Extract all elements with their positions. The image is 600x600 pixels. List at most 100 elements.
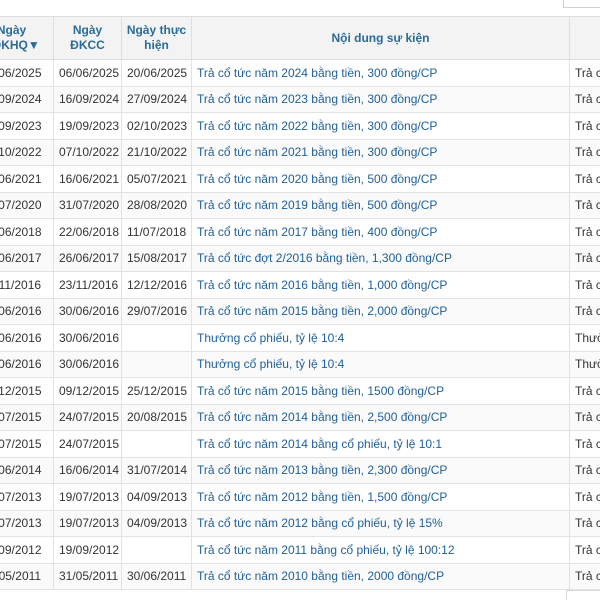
execution-date-cell: 21/10/2022 — [121, 138, 192, 166]
event-type-cell: Trả cổ tức — [569, 165, 600, 193]
event-type-cell: Trả cổ tức — [569, 430, 600, 458]
event-link[interactable]: Trả cổ tức năm 2010 bằng tiền, 2000 đồng… — [197, 569, 444, 583]
event-type-cell: Trả cổ tức — [569, 377, 600, 405]
event-type-cell: Trả cổ tức — [569, 403, 600, 431]
header-row: Ngày GDKHQ▼ Ngày ĐKCC Ngày thực hiện Nội… — [0, 16, 600, 60]
event-content-cell: Trả cổ tức đợt 2/2016 bằng tiền, 1,300 đ… — [191, 244, 570, 272]
table-row: 23/06/201726/06/201715/08/2017 Trả cổ tức… — [0, 244, 600, 272]
event-link[interactable]: Trả cổ tức năm 2021 bằng tiền, 300 đồng/… — [197, 145, 437, 159]
event-content-cell: Trả cổ tức năm 2019 bằng tiền, 500 đồng/… — [191, 191, 570, 219]
execution-date-cell: 05/07/2021 — [121, 165, 192, 193]
record-date-cell: 07/10/2022 — [53, 138, 122, 166]
event-link[interactable]: Trả cổ tức năm 2022 bằng tiền, 300 đồng/… — [197, 119, 437, 133]
execution-date-cell: 02/10/2023 — [121, 112, 192, 140]
event-type-cell: Trả cổ tức — [569, 218, 600, 246]
execution-date-cell: 27/09/2024 — [121, 85, 192, 113]
event-link[interactable]: Thưởng cổ phiếu, tỷ lệ 10:4 — [197, 331, 344, 345]
event-type-cell: Thưởng cổ phiếu — [569, 350, 600, 378]
record-date-cell: 31/05/2011 — [53, 562, 122, 590]
table-row: 17/09/201219/09/2012 Trả cổ tức năm 2011 … — [0, 536, 600, 564]
table-row: 29/06/201630/06/2016 Thưởng cổ phiếu, tỷ … — [0, 324, 600, 352]
top-right-control[interactable] — [563, 0, 600, 8]
event-link[interactable]: Trả cổ tức năm 2015 bằng tiền, 2,000 đồn… — [197, 304, 447, 318]
event-type-cell: Trả cổ tức — [569, 536, 600, 564]
event-link[interactable]: Trả cổ tức năm 2015 bằng tiền, 1500 đồng… — [197, 384, 444, 398]
event-link[interactable]: Trả cổ tức năm 2014 bằng tiền, 2,500 đồn… — [197, 410, 447, 424]
execution-date-cell: 04/09/2013 — [121, 509, 192, 537]
execution-date-cell — [121, 350, 192, 378]
event-content-cell: Trả cổ tức năm 2016 bằng tiền, 1,000 đồn… — [191, 271, 570, 299]
event-link[interactable]: Thưởng cổ phiếu, tỷ lệ 10:4 — [197, 357, 344, 371]
event-type-cell: Trả cổ tức — [569, 271, 600, 299]
record-date-cell: 26/06/2017 — [53, 244, 122, 272]
event-type-cell: Trả cổ tức — [569, 112, 600, 140]
event-link[interactable]: Trả cổ tức năm 2023 bằng tiền, 300 đồng/… — [197, 92, 437, 106]
ex-rights-date-cell: 22/11/2016 — [0, 271, 54, 299]
record-date-cell: 19/07/2013 — [53, 509, 122, 537]
event-content-cell: Trả cổ tức năm 2012 bằng cổ phiếu, tỷ lệ… — [191, 509, 570, 537]
corporate-events-panel: Ngày GDKHQ▼ Ngày ĐKCC Ngày thực hiện Nội… — [0, 0, 600, 600]
record-date-cell: 30/06/2016 — [53, 297, 122, 325]
event-content-cell: Trả cổ tức năm 2013 bằng tiền, 2,300 đồn… — [191, 456, 570, 484]
table-header: Ngày GDKHQ▼ Ngày ĐKCC Ngày thực hiện Nội… — [0, 16, 600, 60]
record-date-cell: 19/09/2012 — [53, 536, 122, 564]
event-link[interactable]: Trả cổ tức năm 2016 bằng tiền, 1,000 đồn… — [197, 278, 447, 292]
ex-rights-date-cell: 07/12/2015 — [0, 377, 54, 405]
table-row: 22/07/201524/07/2015 Trả cổ tức năm 2014 … — [0, 430, 600, 458]
ex-rights-date-cell: 22/07/2015 — [0, 403, 54, 431]
event-link[interactable]: Trả cổ tức năm 2011 bằng cổ phiếu, tỷ lệ… — [197, 543, 455, 557]
execution-date-cell: 20/06/2025 — [121, 59, 192, 87]
record-date-cell: 30/06/2016 — [53, 350, 122, 378]
event-link[interactable]: Trả cổ tức năm 2012 bằng tiền, 1,500 đồn… — [197, 490, 447, 504]
record-date-cell: 31/07/2020 — [53, 191, 122, 219]
table-row: 18/09/202319/09/202302/10/2023 Trả cổ tức… — [0, 112, 600, 140]
ex-rights-date-cell: 17/07/2013 — [0, 509, 54, 537]
event-link[interactable]: Trả cổ tức năm 2012 bằng cổ phiếu, tỷ lệ… — [197, 516, 443, 530]
table-row: 13/09/202416/09/202427/09/2024 Trả cổ tức… — [0, 85, 600, 113]
col-header-execution-date[interactable]: Ngày thực hiện — [121, 16, 192, 60]
col-header-ex-rights-date[interactable]: Ngày GDKHQ▼ — [0, 16, 54, 60]
record-date-cell: 16/06/2014 — [53, 456, 122, 484]
event-content-cell: Thưởng cổ phiếu, tỷ lệ 10:4 — [191, 324, 570, 352]
event-link[interactable]: Trả cổ tức năm 2017 bằng tiền, 400 đồng/… — [197, 225, 437, 239]
record-date-cell: 19/07/2013 — [53, 483, 122, 511]
record-date-cell: 23/11/2016 — [53, 271, 122, 299]
col-header-record-date[interactable]: Ngày ĐKCC — [53, 16, 122, 60]
event-link[interactable]: Trả cổ tức đợt 2/2016 bằng tiền, 1,300 đ… — [197, 251, 452, 265]
event-type-cell: Trả cổ tức — [569, 85, 600, 113]
table-row: 17/07/201319/07/201304/09/2013 Trả cổ tức… — [0, 509, 600, 537]
ex-rights-date-cell: 15/06/2021 — [0, 165, 54, 193]
event-link[interactable]: Trả cổ tức năm 2013 bằng tiền, 2,300 đồn… — [197, 463, 447, 477]
table-body: 05/06/202506/06/202520/06/2025 Trả cổ tức… — [0, 59, 600, 590]
event-type-cell: Trả cổ tức — [569, 483, 600, 511]
corporate-events-table: Ngày GDKHQ▼ Ngày ĐKCC Ngày thực hiện Nội… — [0, 16, 600, 590]
record-date-cell: 22/06/2018 — [53, 218, 122, 246]
execution-date-cell: 29/07/2016 — [121, 297, 192, 325]
record-date-cell: 09/12/2015 — [53, 377, 122, 405]
event-link[interactable]: Trả cổ tức năm 2020 bằng tiền, 500 đồng/… — [197, 172, 437, 186]
horizontal-scrollbar[interactable] — [0, 590, 600, 600]
execution-date-cell: 28/08/2020 — [121, 191, 192, 219]
table-row: 21/06/201822/06/201811/07/2018 Trả cổ tức… — [0, 218, 600, 246]
event-content-cell: Trả cổ tức năm 2015 bằng tiền, 2,000 đồn… — [191, 297, 570, 325]
event-link[interactable]: Trả cổ tức năm 2019 bằng tiền, 500 đồng/… — [197, 198, 437, 212]
execution-date-cell — [121, 430, 192, 458]
event-link[interactable]: Trả cổ tức năm 2024 bằng tiền, 300 đồng/… — [197, 66, 437, 80]
event-type-cell: Trả cổ tức — [569, 138, 600, 166]
event-content-cell: Trả cổ tức năm 2011 bằng cổ phiếu, tỷ lệ… — [191, 536, 570, 564]
event-type-cell: Trả cổ tức — [569, 297, 600, 325]
execution-date-cell: 31/07/2014 — [121, 456, 192, 484]
event-link[interactable]: Trả cổ tức năm 2014 bằng cổ phiếu, tỷ lệ… — [197, 437, 442, 451]
col-header-event-content: Nội dung sự kiện — [191, 16, 570, 60]
ex-rights-date-cell: 22/07/2015 — [0, 430, 54, 458]
ex-rights-date-cell: 18/09/2023 — [0, 112, 54, 140]
event-content-cell: Trả cổ tức năm 2014 bằng tiền, 2,500 đồn… — [191, 403, 570, 431]
event-content-cell: Trả cổ tức năm 2012 bằng tiền, 1,500 đồn… — [191, 483, 570, 511]
event-content-cell: Trả cổ tức năm 2022 bằng tiền, 300 đồng/… — [191, 112, 570, 140]
scrollbar-thumb[interactable] — [566, 590, 600, 600]
event-type-cell: Trả cổ tức — [569, 244, 600, 272]
event-type-cell: Trả cổ tức — [569, 562, 600, 590]
ex-rights-date-cell: 17/07/2013 — [0, 483, 54, 511]
execution-date-cell: 11/07/2018 — [121, 218, 192, 246]
ex-rights-date-cell: 29/06/2016 — [0, 350, 54, 378]
